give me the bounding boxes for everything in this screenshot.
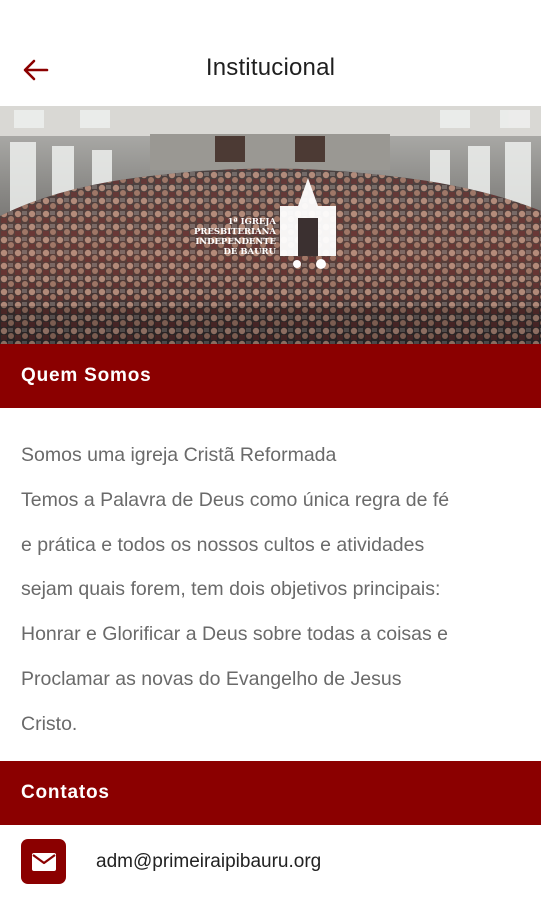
about-line: Somos uma igreja Cristã Reformada [21,444,337,466]
logo-line-3: INDEPENDENTE [195,237,276,247]
section-header-about: Quem Somos [0,344,541,408]
about-line: Honrar e Glorificar a Deus sobre todas a… [21,623,449,646]
about-line: Proclamar as novas do Evangelho de Jesus [21,667,402,690]
about-line: Cristo. [21,712,78,735]
envelope-icon [31,852,56,871]
about-text: Somos uma igreja Cristã Reformada Temos … [21,433,521,747]
logo-line-1: 1ª IGREJA [228,217,277,227]
hero-image: 1ª IGREJA PRESBITERIANA INDEPENDENTE DE … [0,106,541,344]
about-line: e prática e todos os nossos cultos e ati… [21,533,425,556]
about-line: Temos a Palavra de Deus como única regra… [21,488,450,511]
page-title: Institucional [205,54,336,81]
about-line: sejam quais forem, tem dois objetivos pr… [21,578,441,601]
app-bar: Institucional [0,0,541,106]
envelope-badge [21,839,66,884]
logo-line-4: DE BAURU [224,247,277,257]
logo-line-2: PRESBITERIANA [194,227,276,237]
contact-email[interactable]: adm@primeiraipibauru.org [96,851,321,873]
contact-email-row[interactable]: adm@primeiraipibauru.org [0,825,541,900]
section-header-contacts: Contatos [0,761,541,825]
